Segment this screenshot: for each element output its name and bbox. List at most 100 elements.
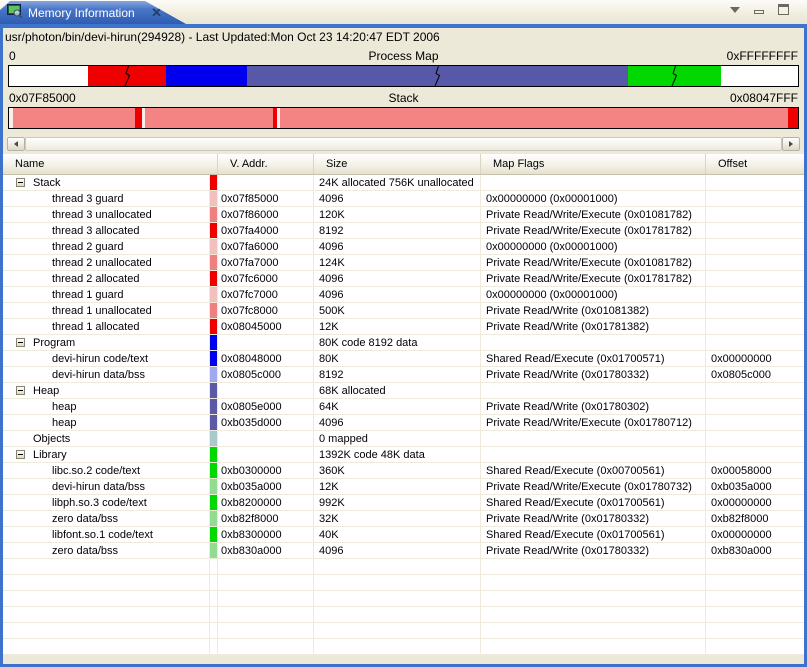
collapse-expander-icon[interactable] — [16, 386, 25, 395]
row-color-chip — [210, 447, 218, 462]
empty-cell — [706, 591, 804, 606]
row-name-label: thread 3 guard — [52, 193, 124, 205]
process-map-bar[interactable] — [8, 65, 799, 87]
row-vaddr — [218, 383, 314, 398]
stack-end-address: 0x08047FFF — [678, 91, 798, 105]
horizontal-scrollbar[interactable] — [7, 137, 800, 151]
row-name: libc.so.2 code/text — [3, 463, 210, 478]
row-map-flags — [481, 431, 706, 446]
row-offset: 0x00000000 — [706, 495, 804, 510]
empty-cell — [481, 607, 706, 622]
table-row[interactable]: Stack24K allocated 756K unallocated — [3, 175, 804, 191]
row-name: Heap — [3, 383, 210, 398]
table-row[interactable]: thread 1 unallocated0x07fc8000500KPrivat… — [3, 303, 804, 319]
row-color-chip — [210, 479, 218, 494]
row-offset — [706, 175, 804, 190]
empty-cell — [3, 639, 210, 654]
row-name-label: zero data/bss — [52, 513, 118, 525]
table-row[interactable]: zero data/bss0xb82f800032KPrivate Read/W… — [3, 511, 804, 527]
stack-bar[interactable] — [8, 107, 799, 129]
row-name-label: libc.so.2 code/text — [52, 465, 140, 477]
empty-cell — [481, 591, 706, 606]
row-color-chip — [210, 287, 218, 302]
empty-cell — [218, 623, 314, 638]
row-name-label: Program — [33, 337, 75, 349]
column-header-name[interactable]: Name — [3, 154, 218, 174]
row-map-flags — [481, 335, 706, 350]
row-name-label: Library — [33, 449, 67, 461]
row-name-label: thread 1 guard — [52, 289, 124, 301]
row-name-label: zero data/bss — [52, 545, 118, 557]
row-name: Program — [3, 335, 210, 350]
collapse-expander-icon[interactable] — [16, 338, 25, 347]
table-row[interactable]: heap0x0805e00064KPrivate Read/Write (0x0… — [3, 399, 804, 415]
row-offset: 0x00058000 — [706, 463, 804, 478]
row-name-label: Objects — [33, 433, 70, 445]
row-offset: 0xb82f8000 — [706, 511, 804, 526]
row-name: Library — [3, 447, 210, 462]
table-row[interactable]: libfont.so.1 code/text0xb830000040KShare… — [3, 527, 804, 543]
empty-cell — [210, 623, 218, 638]
row-offset — [706, 255, 804, 270]
empty-cell — [210, 559, 218, 574]
row-size: 68K allocated — [314, 383, 481, 398]
collapse-expander-icon[interactable] — [16, 450, 25, 459]
scroll-left-button[interactable] — [7, 137, 25, 151]
row-name: thread 1 unallocated — [3, 303, 210, 318]
table-row[interactable]: thread 2 guard0x07fa600040960x00000000 (… — [3, 239, 804, 255]
tab-memory-information[interactable]: Memory Information ✕ — [0, 1, 186, 24]
row-color-chip — [210, 303, 218, 318]
table-row[interactable]: devi-hirun code/text0x0804800080KShared … — [3, 351, 804, 367]
scrollbar-thumb[interactable] — [25, 137, 782, 151]
empty-cell — [706, 639, 804, 654]
column-header-offset[interactable]: Offset — [706, 154, 804, 174]
table-row[interactable]: heap0xb035d0004096Private Read/Write/Exe… — [3, 415, 804, 431]
empty-cell — [218, 607, 314, 622]
empty-cell — [314, 591, 481, 606]
empty-cell — [3, 575, 210, 590]
close-icon[interactable]: ✕ — [151, 5, 162, 21]
table-row[interactable]: zero data/bss0xb830a0004096Private Read/… — [3, 543, 804, 559]
collapse-expander-icon[interactable] — [16, 178, 25, 187]
table-row[interactable]: libph.so.3 code/text0xb8200000992KShared… — [3, 495, 804, 511]
tab-title: Memory Information — [28, 6, 146, 20]
table-row[interactable]: Heap 68K allocated — [3, 383, 804, 399]
minimize-icon[interactable] — [754, 10, 764, 14]
row-color-chip — [210, 511, 218, 526]
column-header-v-addr-[interactable]: V. Addr. — [218, 154, 314, 174]
table-row[interactable]: Program80K code 8192 data — [3, 335, 804, 351]
table-row-empty — [3, 575, 804, 591]
row-name: thread 3 unallocated — [3, 207, 210, 222]
table-row[interactable]: thread 2 unallocated0x07fa7000124KPrivat… — [3, 255, 804, 271]
stack-used — [13, 108, 135, 128]
table-row[interactable]: thread 1 allocated0x0804500012KPrivate R… — [3, 319, 804, 335]
stack-map-labels: 0x07F85000 Stack 0x08047FFF — [3, 87, 804, 107]
column-header-map-flags[interactable]: Map Flags — [481, 154, 706, 174]
empty-cell — [314, 639, 481, 654]
row-color-chip — [210, 367, 218, 382]
table-row[interactable]: thread 1 guard0x07fc700040960x00000000 (… — [3, 287, 804, 303]
scroll-right-button[interactable] — [782, 137, 800, 151]
table-row[interactable]: devi-hirun data/bss0x0805c0008192Private… — [3, 367, 804, 383]
row-vaddr: 0x07fc6000 — [218, 271, 314, 286]
table-row[interactable]: thread 2 allocated0x07fc60004096Private … — [3, 271, 804, 287]
table-row[interactable]: Objects0 mapped — [3, 431, 804, 447]
empty-cell — [210, 575, 218, 590]
table-row[interactable]: thread 3 guard0x07f8500040960x00000000 (… — [3, 191, 804, 207]
view-menu-icon[interactable] — [730, 7, 740, 13]
table-row[interactable]: Library1392K code 48K data — [3, 447, 804, 463]
table-row[interactable]: libc.so.2 code/text0xb0300000360KShared … — [3, 463, 804, 479]
table-row-empty — [3, 623, 804, 639]
table-row[interactable]: devi-hirun data/bss0xb035a00012KPrivate … — [3, 479, 804, 495]
library-segment — [628, 66, 721, 86]
row-map-flags: Private Read/Write/Execute (0x01781782) — [481, 271, 706, 286]
table-row[interactable]: thread 3 unallocated0x07f86000120KPrivat… — [3, 207, 804, 223]
row-map-flags: 0x00000000 (0x00001000) — [481, 239, 706, 254]
row-offset — [706, 287, 804, 302]
maximize-icon[interactable] — [778, 4, 789, 15]
row-name-label: devi-hirun data/bss — [52, 481, 145, 493]
column-header-size[interactable]: Size — [314, 154, 481, 174]
table-row[interactable]: thread 3 allocated0x07fa40008192Private … — [3, 223, 804, 239]
row-color-chip — [210, 319, 218, 334]
process-info-bar: usr/photon/bin/devi-hirun(294928) - Last… — [3, 28, 804, 45]
